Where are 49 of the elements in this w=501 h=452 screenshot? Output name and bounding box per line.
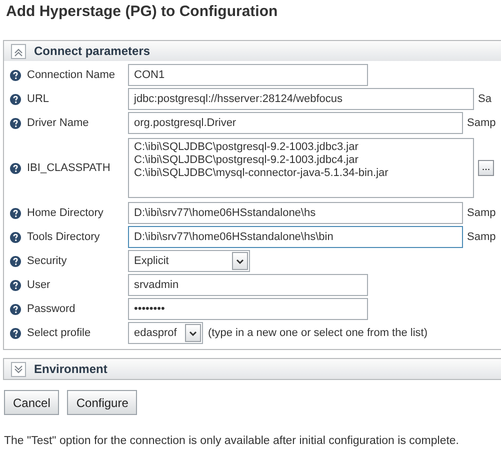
field-label: Connection Name [27, 68, 116, 83]
section-header[interactable]: Environment [4, 359, 501, 379]
section-header[interactable]: Connect parameters [4, 41, 501, 61]
dropdown[interactable]: edasprof [128, 322, 203, 344]
field-label: Home Directory [27, 206, 104, 221]
input-field[interactable]: •••••••• [128, 298, 368, 320]
sample-text: Samp [467, 206, 496, 221]
help-icon [10, 304, 21, 314]
text-line: C:\ibi\SQLJDBC\postgresql-9.2-1003.jdbc3.jar [134, 141, 360, 154]
info-text: The "Test" option for the connection is only available after initial configuration is complete. [3, 434, 460, 449]
field-label: Security [27, 254, 67, 269]
field-label: Select profile [27, 326, 91, 341]
field-label: User [27, 278, 50, 293]
text-line: C:\ibi\SQLJDBC\postgresql-9.2-1003.jdbc4.jar [134, 154, 360, 167]
help-icon [10, 118, 21, 128]
sample-text: Samp [467, 230, 496, 245]
field-label: Tools Directory [27, 230, 100, 245]
caret-icon [236, 258, 244, 264]
help-icon [10, 280, 21, 290]
help-icon [10, 328, 21, 338]
input-field[interactable]: jdbc:postgresql://hsserver:28124/webfocus [128, 88, 474, 110]
caret-icon [189, 330, 197, 336]
field-label: Password [27, 302, 76, 317]
field-label: Driver Name [27, 116, 89, 131]
help-icon [10, 162, 21, 174]
sample-text: Sa [478, 92, 492, 107]
browse-button[interactable]: ... [478, 160, 494, 176]
sample-text: Samp [467, 116, 496, 131]
input-field[interactable]: CON1 [128, 64, 368, 86]
input-field[interactable]: D:\ibi\srv77\home06HSstandalone\hs\bin [128, 226, 463, 248]
cancel-button[interactable]: Cancel [4, 390, 60, 415]
dropdown[interactable]: Explicit [128, 250, 250, 272]
help-icon [10, 94, 21, 104]
hint-text: (type in a new one or select one from the list) [208, 326, 428, 341]
page-title: Add Hyperstage (PG) to Configuration [5, 2, 279, 22]
input-field[interactable]: D:\ibi\srv77\home06HSstandalone\hs [128, 202, 463, 224]
help-icon [10, 208, 21, 218]
text-area[interactable]: C:\ibi\SQLJDBC\postgresql-9.2-1003.jdbc3.jar C:\ibi\SQLJDBC\postgresql-9.2-1003.jdbc4.jar C:\ibi\SQLJDBC\mysql-connector-java-5.1.34-bin.jar [128, 138, 474, 198]
field-label: URL [27, 92, 50, 107]
help-icon [10, 232, 21, 242]
text-line: C:\ibi\SQLJDBC\mysql-connector-java-5.1.34-bin.jar [134, 167, 390, 180]
section-title: Connect parameters [34, 43, 150, 60]
input-field[interactable]: org.postgresql.Driver [128, 112, 463, 134]
help-icon [10, 70, 21, 80]
field-label: IBI_CLASSPATH [27, 160, 110, 176]
configure-button[interactable]: Configure [67, 390, 138, 415]
help-icon [10, 256, 21, 266]
input-field[interactable]: srvadmin [128, 274, 368, 296]
section-title: Environment [34, 361, 108, 378]
